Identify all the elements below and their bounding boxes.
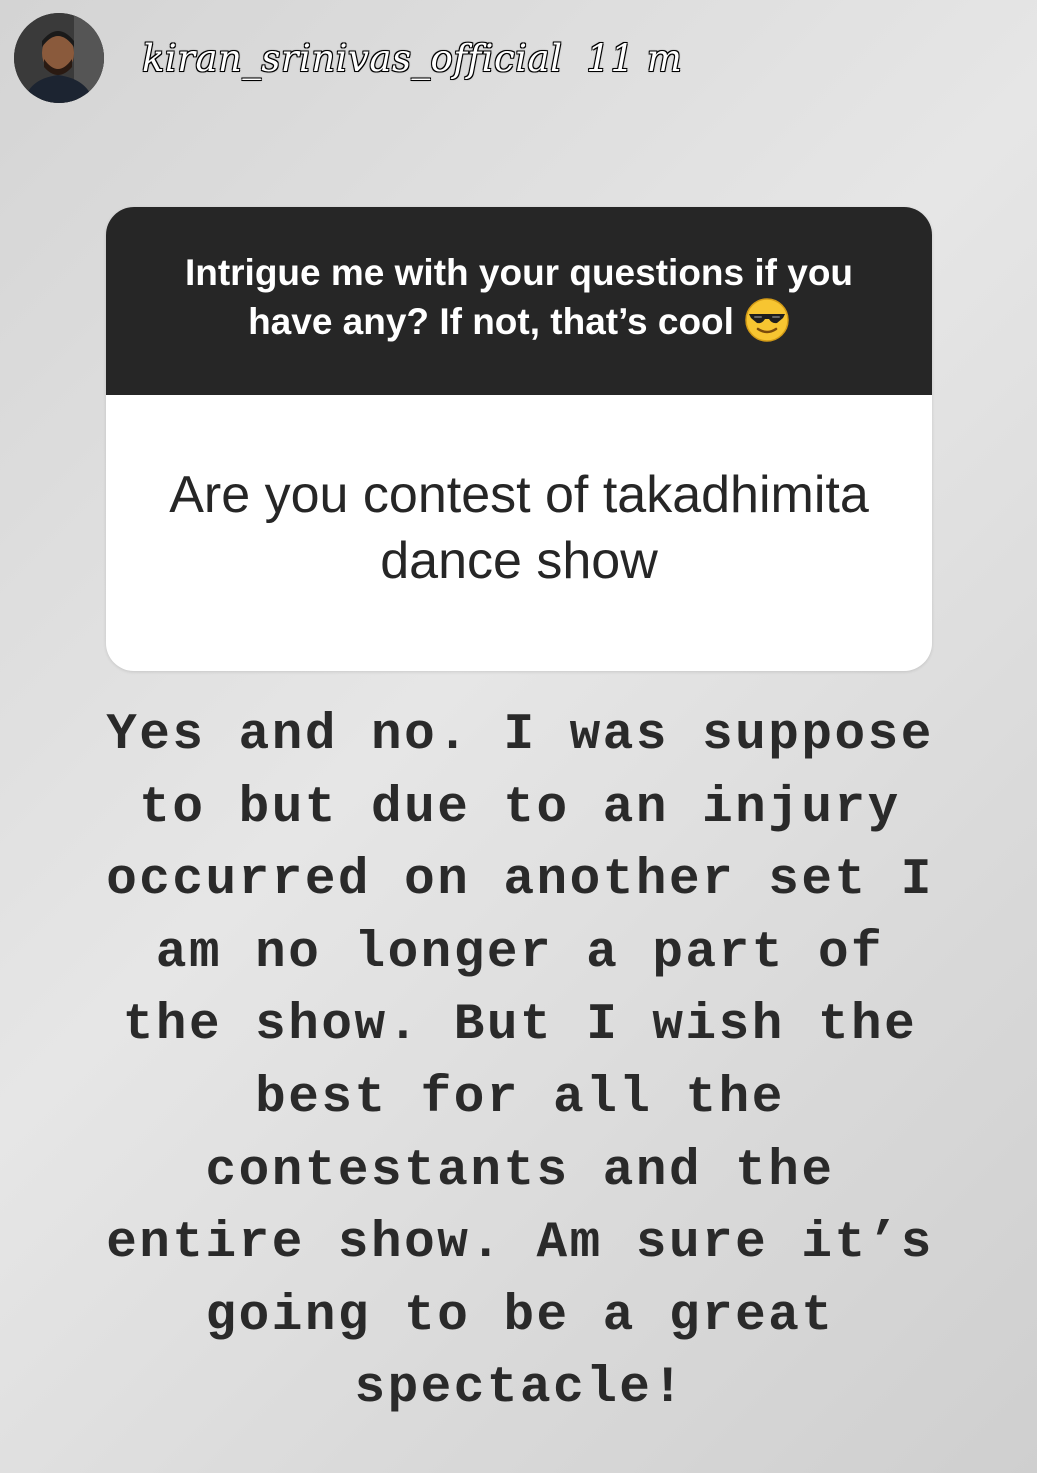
avatar[interactable]: [14, 13, 104, 103]
question-text: Are you contest of takadhimita dance sho…: [169, 466, 869, 590]
sunglasses-emoji-icon: [745, 298, 789, 342]
question-body: Are you contest of takadhimita dance sho…: [106, 395, 932, 671]
profile-photo: [14, 13, 104, 103]
answer-text: Yes and no. I was suppose to but due to …: [106, 707, 934, 1418]
username[interactable]: kiran_srinivas_official: [142, 37, 562, 80]
question-sticker: Intrigue me with your questions if you h…: [106, 207, 932, 671]
post-time: 11 m: [586, 36, 683, 80]
story-meta: kiran_srinivas_official 11 m: [142, 37, 682, 80]
story-header: kiran_srinivas_official 11 m: [14, 12, 682, 104]
question-prompt: Intrigue me with your questions if you h…: [106, 207, 932, 395]
